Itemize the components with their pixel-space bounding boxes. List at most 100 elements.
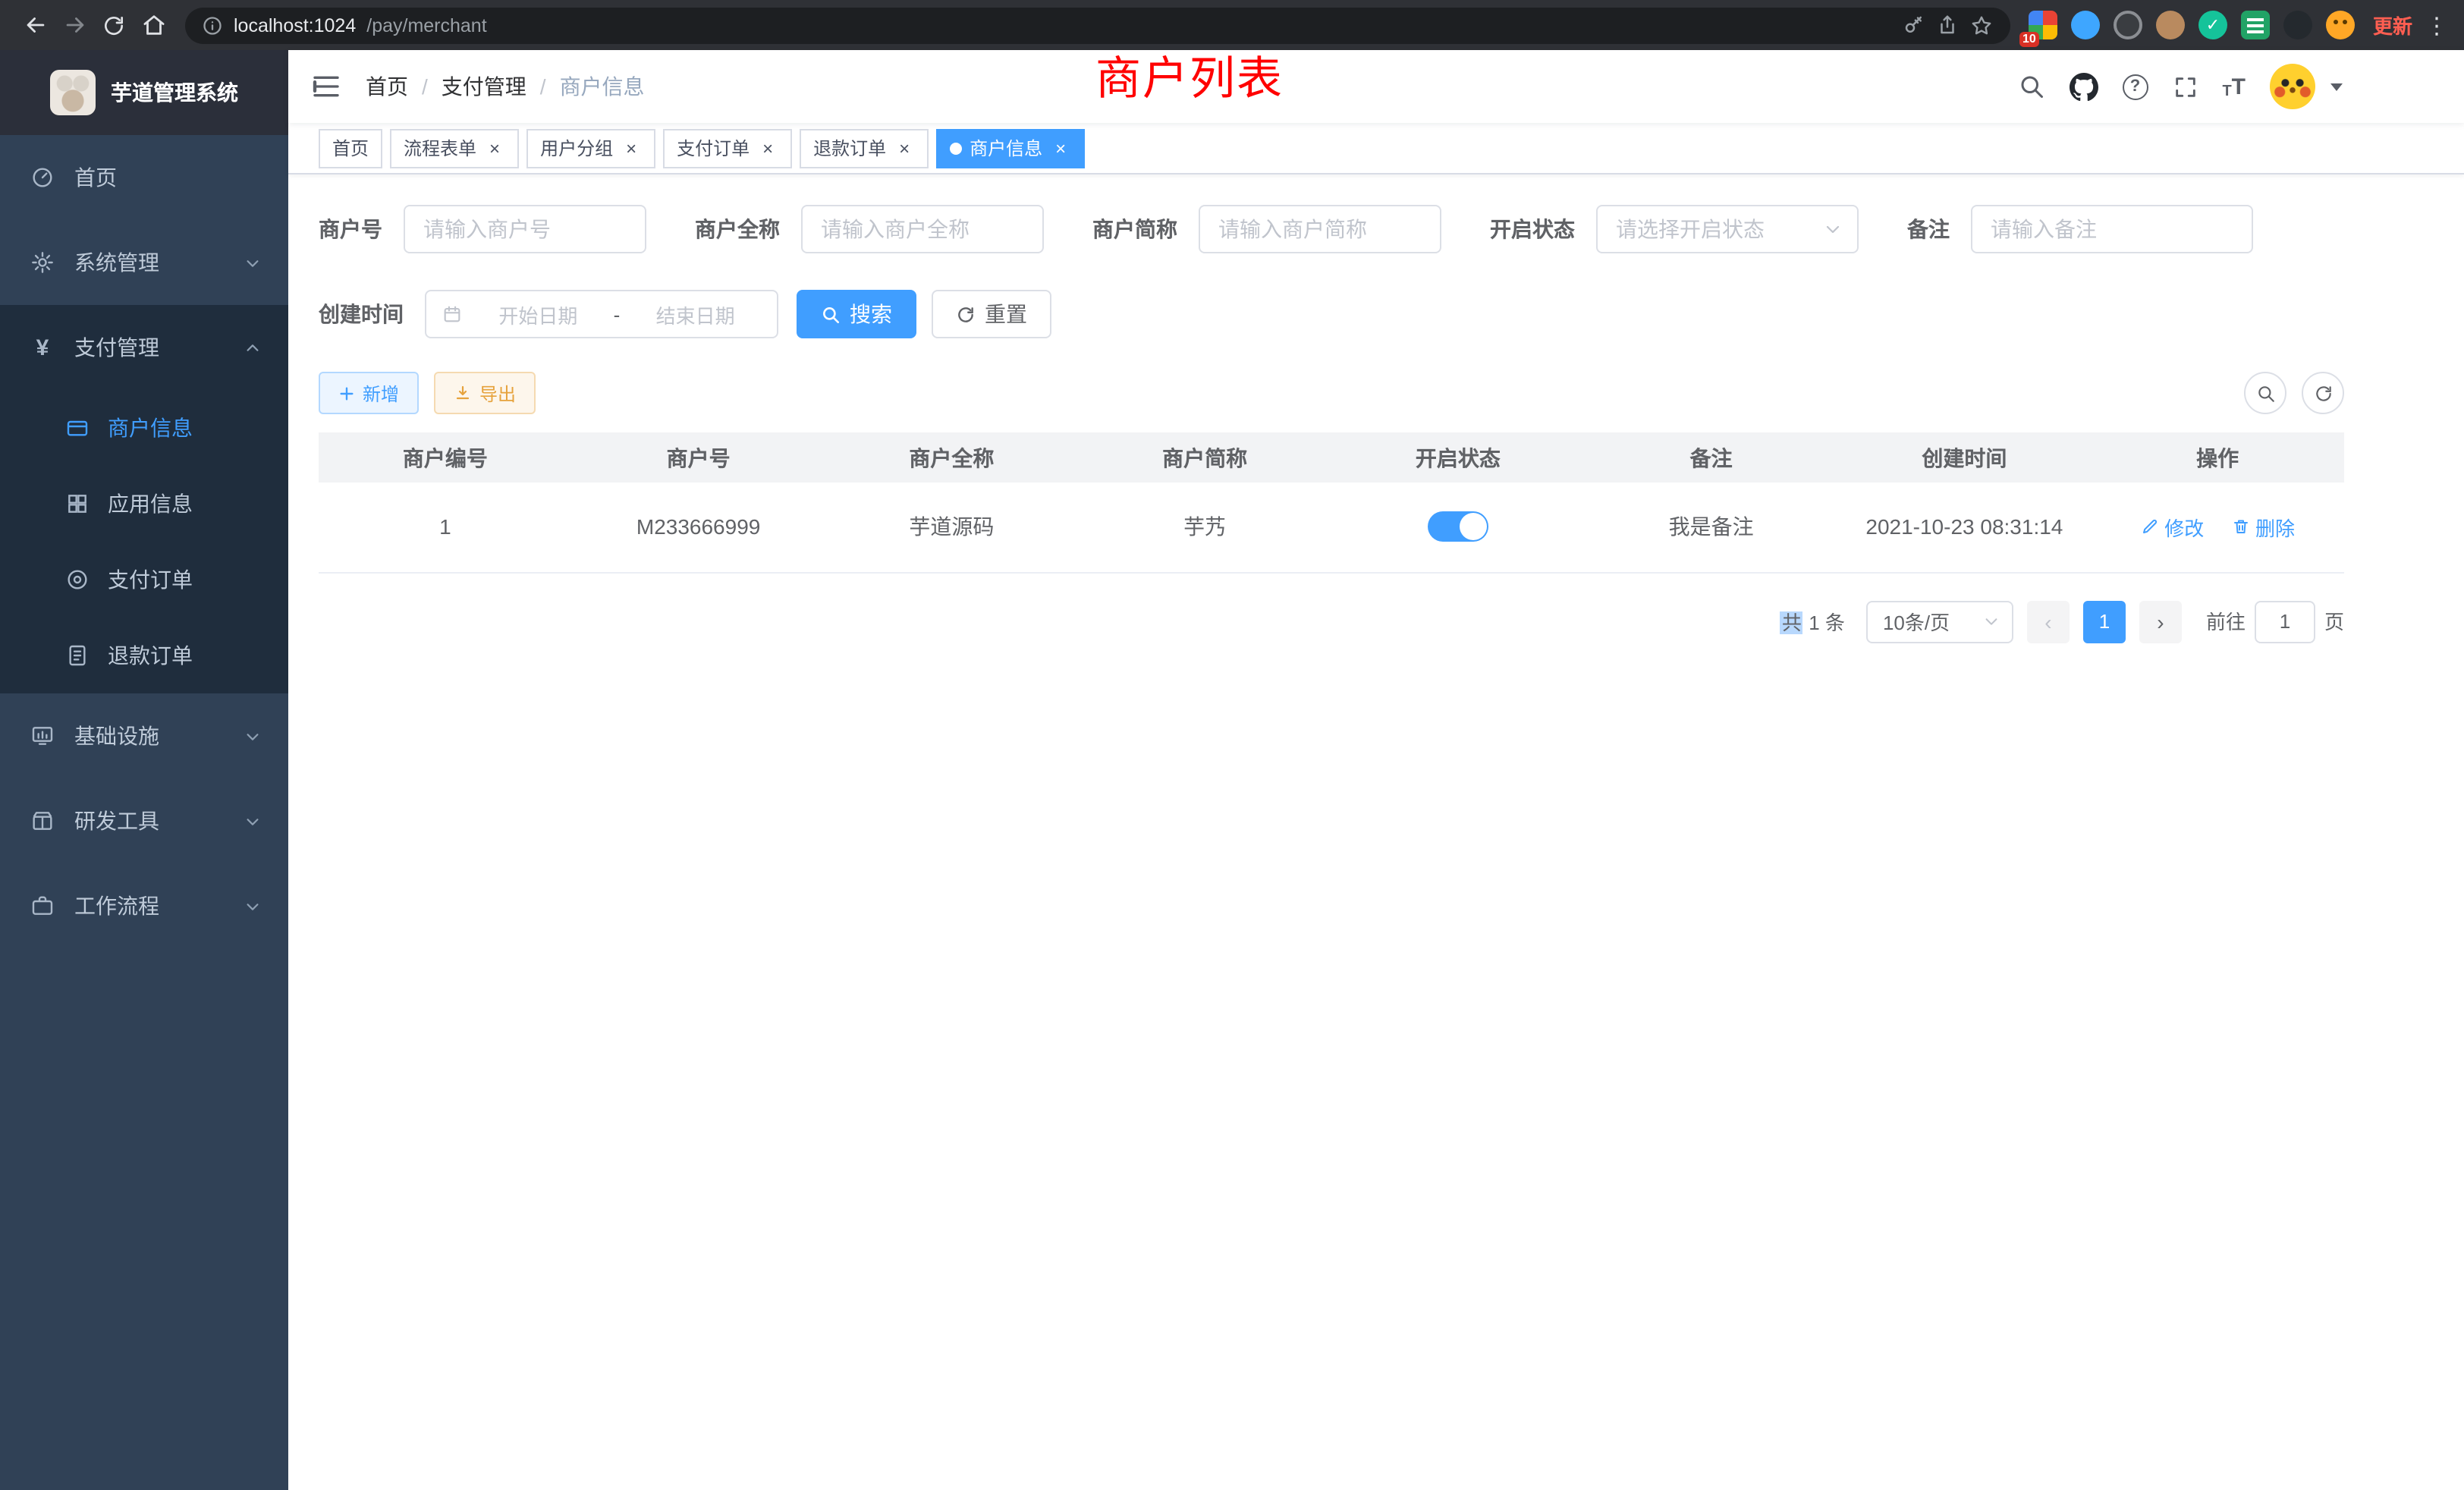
tab-close-icon[interactable]: × xyxy=(621,137,642,159)
reload-icon[interactable] xyxy=(94,5,134,45)
top-navbar: 首页 / 支付管理 / 商户信息 ? TT xyxy=(288,50,2464,123)
col-merchant-id: 商户编号 xyxy=(319,432,572,483)
status-toggle[interactable] xyxy=(1428,512,1488,542)
sidebar-item-refund-order[interactable]: 退款订单 xyxy=(0,618,288,693)
status-select[interactable]: 请选择开启状态 xyxy=(1596,205,1859,253)
sidebar-item-label: 退款订单 xyxy=(108,640,193,671)
help-icon[interactable]: ? xyxy=(2122,74,2148,99)
sidebar-item-payment[interactable]: ¥ 支付管理 xyxy=(0,305,288,390)
active-dot xyxy=(950,142,962,154)
document-icon xyxy=(65,643,90,668)
merchant-no-input[interactable] xyxy=(404,205,646,253)
site-info-icon[interactable] xyxy=(202,14,223,36)
date-range-picker[interactable]: 开始日期 - 结束日期 xyxy=(425,290,778,338)
password-key-icon[interactable] xyxy=(1903,14,1925,36)
sidebar-item-dev-tools[interactable]: 研发工具 xyxy=(0,778,288,863)
extension-icon[interactable]: 10 xyxy=(2029,11,2057,39)
cell-short-name: 芋艿 xyxy=(1078,483,1331,572)
goto-page-input[interactable] xyxy=(2255,600,2315,643)
plus-icon xyxy=(338,385,355,401)
url-bar[interactable]: localhost:1024/pay/merchant xyxy=(185,7,2010,43)
sidebar-item-label: 支付管理 xyxy=(74,332,159,363)
tab-close-icon[interactable]: × xyxy=(484,137,505,159)
tab-home[interactable]: 首页 xyxy=(319,128,382,168)
forward-icon[interactable] xyxy=(55,5,94,45)
font-size-icon[interactable]: TT xyxy=(2222,74,2246,99)
chevron-down-icon xyxy=(244,897,261,914)
cell-create-time: 2021-10-23 08:31:14 xyxy=(1838,483,2092,572)
cell-merchant-no: M233666999 xyxy=(572,483,825,572)
extension-icon[interactable] xyxy=(2241,11,2270,39)
full-name-input[interactable] xyxy=(801,205,1044,253)
share-icon[interactable] xyxy=(1936,14,1959,36)
filter-label: 商户简称 xyxy=(1092,214,1177,244)
app-title: 芋道管理系统 xyxy=(111,77,238,108)
refresh-table-icon[interactable] xyxy=(2302,372,2344,414)
cell-full-name: 芋道源码 xyxy=(825,483,1079,572)
tab-close-icon[interactable]: × xyxy=(1050,137,1071,159)
sidebar-item-label: 商户信息 xyxy=(108,413,193,443)
filter-row-1: 商户号 商户全称 商户简称 开启状态 请选择开启状态 xyxy=(319,205,2344,253)
extension-icon[interactable] xyxy=(2283,11,2312,39)
col-short-name: 商户简称 xyxy=(1078,432,1331,483)
tab-refund-order[interactable]: 退款订单× xyxy=(800,128,929,168)
cell-remark: 我是备注 xyxy=(1585,483,1838,572)
user-avatar[interactable] xyxy=(2270,64,2315,109)
back-icon[interactable] xyxy=(15,5,55,45)
add-button[interactable]: 新增 xyxy=(319,372,419,414)
sidebar-item-workflow[interactable]: 工作流程 xyxy=(0,863,288,948)
extensions-tray: 10 xyxy=(2029,11,2355,39)
browser-update-button[interactable]: 更新 xyxy=(2373,11,2412,39)
extension-icon[interactable] xyxy=(2198,11,2227,39)
sidebar-group-payment: ¥ 支付管理 商户信息 应用信息 支付订单 xyxy=(0,305,288,693)
page-1-button[interactable]: 1 xyxy=(2083,600,2126,643)
browser-menu-icon[interactable]: ⋮ xyxy=(2425,11,2449,39)
breadcrumb-home[interactable]: 首页 xyxy=(366,71,408,102)
filter-label: 商户全称 xyxy=(695,214,780,244)
sidebar-item-app-info[interactable]: 应用信息 xyxy=(0,466,288,542)
toggle-search-icon[interactable] xyxy=(2244,372,2286,414)
edit-button[interactable]: 修改 xyxy=(2140,513,2204,542)
reset-button[interactable]: 重置 xyxy=(932,290,1051,338)
briefcase-icon xyxy=(30,894,55,918)
sidebar-item-pay-order[interactable]: 支付订单 xyxy=(0,542,288,618)
extension-icon[interactable] xyxy=(2114,11,2142,39)
avatar-caret-icon[interactable] xyxy=(2330,83,2343,90)
export-button[interactable]: 导出 xyxy=(434,372,536,414)
sidebar-item-label: 基础设施 xyxy=(74,721,159,751)
delete-button[interactable]: 删除 xyxy=(2231,513,2295,542)
next-page-button[interactable]: › xyxy=(2139,600,2182,643)
hamburger-icon[interactable] xyxy=(311,71,341,102)
search-icon[interactable] xyxy=(2017,73,2044,100)
tab-close-icon[interactable]: × xyxy=(894,137,915,159)
pencil-icon xyxy=(2140,518,2158,536)
sidebar-item-system[interactable]: 系统管理 xyxy=(0,220,288,305)
sidebar-item-home[interactable]: 首页 xyxy=(0,135,288,220)
tab-merchant-info[interactable]: 商户信息× xyxy=(936,128,1085,168)
filter-label: 商户号 xyxy=(319,214,382,244)
fullscreen-icon[interactable] xyxy=(2172,74,2198,99)
sidebar-item-infrastructure[interactable]: 基础设施 xyxy=(0,693,288,778)
tab-close-icon[interactable]: × xyxy=(757,137,778,159)
sidebar-item-label: 研发工具 xyxy=(74,806,159,836)
prev-page-button[interactable]: ‹ xyxy=(2027,600,2070,643)
tab-process-form[interactable]: 流程表单× xyxy=(390,128,519,168)
app-logo[interactable]: 芋道管理系统 xyxy=(0,50,288,135)
tab-user-group[interactable]: 用户分组× xyxy=(526,128,655,168)
col-actions: 操作 xyxy=(2091,432,2344,483)
github-icon[interactable] xyxy=(2069,72,2098,101)
bookmark-star-icon[interactable] xyxy=(1969,13,1994,37)
extension-icon[interactable] xyxy=(2326,11,2355,39)
tab-pay-order[interactable]: 支付订单× xyxy=(663,128,792,168)
page-size-select[interactable]: 10条/页 xyxy=(1866,600,2013,643)
extension-icon[interactable] xyxy=(2071,11,2100,39)
short-name-input[interactable] xyxy=(1199,205,1441,253)
browser-toolbar: localhost:1024/pay/merchant 10 更新 ⋮ xyxy=(0,0,2464,50)
search-button[interactable]: 搜索 xyxy=(797,290,916,338)
remark-input[interactable] xyxy=(1971,205,2253,253)
sidebar-item-merchant-info[interactable]: 商户信息 xyxy=(0,390,288,466)
col-full-name: 商户全称 xyxy=(825,432,1079,483)
app-frame: 芋道管理系统 首页 系统管理 ¥ 支付管理 xyxy=(0,50,2464,1490)
extension-avatar-icon[interactable] xyxy=(2156,11,2185,39)
home-icon[interactable] xyxy=(134,5,173,45)
